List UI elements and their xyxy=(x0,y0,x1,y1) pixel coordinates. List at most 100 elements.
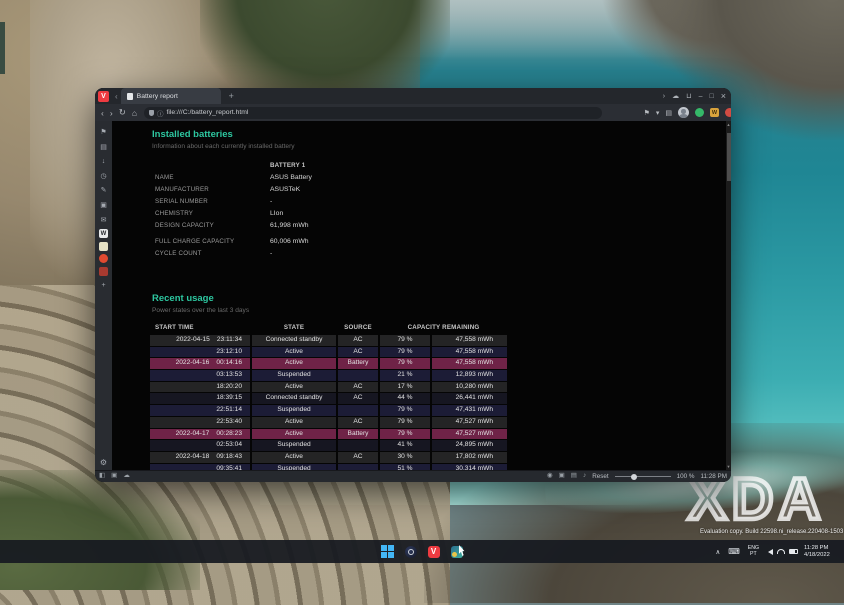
search-button[interactable] xyxy=(404,545,417,558)
cell-state: Suspended xyxy=(252,440,336,451)
cell-source: AC xyxy=(338,347,378,358)
wifi-icon xyxy=(777,549,785,554)
wikipedia-panel-icon[interactable]: W xyxy=(99,229,108,238)
synced-tabs-icon[interactable]: ☁ xyxy=(672,93,679,100)
home-icon[interactable]: ⌂ xyxy=(132,108,137,118)
windows-evaluation-watermark: Evaluation copy. Build 22598.ni_release.… xyxy=(700,529,844,535)
tray-overflow-icon[interactable]: ∧ xyxy=(715,548,720,556)
zoom-slider-knob[interactable] xyxy=(631,474,637,480)
info-label: FULL CHARGE CAPACITY xyxy=(155,238,270,245)
scroll-down-icon[interactable]: ▼ xyxy=(726,464,731,469)
cell-capacity-mwh: 47,558 mWh xyxy=(432,358,507,369)
back-icon[interactable]: ‹ xyxy=(101,108,104,118)
webpanel-red-icon[interactable] xyxy=(99,267,108,276)
cell-time: 18:20:20 xyxy=(216,384,250,391)
language-indicator[interactable]: ENG PT xyxy=(748,546,759,557)
history-icon[interactable]: ◷ xyxy=(98,171,109,182)
zoom-slider[interactable] xyxy=(615,476,671,478)
site-info-icon[interactable]: ⓘ xyxy=(157,108,164,118)
sync-status-icon[interactable]: ☁ xyxy=(123,473,130,480)
bookmarks-icon[interactable]: ⚑ xyxy=(98,127,109,138)
reload-icon[interactable]: ↻ xyxy=(119,107,126,118)
wallpaper-grass xyxy=(0,470,200,590)
add-webpanel-icon[interactable]: + xyxy=(98,280,109,291)
tab-battery-report[interactable]: Battery report xyxy=(121,88,221,104)
settings-gear-icon[interactable]: ⚙ xyxy=(95,458,112,467)
scroll-up-icon[interactable]: ▲ xyxy=(726,122,731,127)
cell-capacity-mwh: 10,280 mWh xyxy=(432,382,507,393)
touch-keyboard-icon[interactable]: ⌨ xyxy=(728,547,740,556)
capture-page-icon[interactable]: ▣ xyxy=(111,473,117,480)
cell-start-time: 2022-04-1523:11:34 xyxy=(150,335,250,346)
tab-overflow-icon[interactable]: › xyxy=(663,93,665,100)
reading-view-icon[interactable]: ▤ xyxy=(665,109,672,117)
bookmark-flag-icon[interactable]: ⚑ xyxy=(644,109,650,117)
toggle-images-icon[interactable]: ▤ xyxy=(571,473,577,480)
tabbar-chevron-icon[interactable]: ‹ xyxy=(115,92,118,101)
cell-state: Active xyxy=(252,347,336,358)
scrollbar-thumb[interactable] xyxy=(727,133,731,181)
battery-report-page: Installed batteries Information about ea… xyxy=(112,121,726,470)
forward-icon[interactable]: › xyxy=(110,108,113,118)
info-label: DESIGN CAPACITY xyxy=(155,222,270,229)
cell-time: 23:12:10 xyxy=(216,349,250,356)
taskbar-vivaldi-button[interactable]: V xyxy=(427,545,440,558)
mail-panel-icon[interactable]: ✉ xyxy=(98,215,109,226)
address-bar: ‹ › ↻ ⌂ ⓘ file:///C:/battery_report.html xyxy=(95,104,731,121)
maximize-button[interactable]: □ xyxy=(710,93,714,100)
cell-start-time: 02:53:04 xyxy=(150,440,250,451)
capture-icon[interactable]: ▣ xyxy=(559,473,565,480)
cell-state: Connected standby xyxy=(252,393,336,404)
cell-state: Connected standby xyxy=(252,335,336,346)
cell-time: 02:53:04 xyxy=(216,442,250,449)
reddit-panel-icon[interactable] xyxy=(99,254,108,263)
info-label: NAME xyxy=(155,174,270,181)
cell-capacity-mwh: 47,558 mWh xyxy=(432,335,507,346)
cell-time: 00:14:16 xyxy=(216,360,250,367)
header-state: STATE xyxy=(252,324,336,331)
minimize-button[interactable]: – xyxy=(699,93,703,100)
search-icon xyxy=(405,546,417,558)
wallpaper-edge-detail xyxy=(0,22,5,74)
panel-toggle-icon[interactable]: ◧ xyxy=(99,473,105,480)
tab-audio-icon[interactable]: ♪ xyxy=(583,473,586,480)
start-button[interactable] xyxy=(381,545,394,558)
cell-capacity-mwh: 24,895 mWh xyxy=(432,440,507,451)
notes-icon[interactable]: ✎ xyxy=(98,185,109,196)
cell-start-time: 2022-04-16 00:14:16 xyxy=(150,358,250,369)
new-tab-button[interactable]: + xyxy=(229,91,234,101)
page-actions-icon[interactable]: ◉ xyxy=(547,473,553,480)
cell-source xyxy=(338,440,378,451)
battery-info-row: MANUFACTURERASUSTeK xyxy=(155,183,312,195)
vivaldi-menu-icon[interactable]: V xyxy=(98,91,109,102)
browser-status-bar: ◧▣☁ ◉▣▤♪ Reset 100 % 11:28 PM xyxy=(95,470,731,482)
webpanel-cream-icon[interactable] xyxy=(99,242,108,251)
url-input[interactable]: ⓘ file:///C:/battery_report.html xyxy=(144,107,602,119)
windows-taskbar: V ∧ ⌨ ENG PT 11:28 PM 4/18/2022 xyxy=(0,540,844,563)
window-panel-icon[interactable]: ▣ xyxy=(98,200,109,211)
usage-row: 2022-04-1700:28:23ActiveBattery79 %47,52… xyxy=(150,429,507,440)
profile-avatar[interactable] xyxy=(678,107,689,118)
cell-state: Suspended xyxy=(252,405,336,416)
page-favicon-icon xyxy=(127,93,133,100)
info-label: CYCLE COUNT xyxy=(155,250,270,257)
extension-red-icon[interactable] xyxy=(725,108,731,117)
cell-time: 09:18:43 xyxy=(216,454,250,461)
cell-time: 00:28:23 xyxy=(216,431,250,438)
downloads-icon[interactable]: ↓ xyxy=(98,156,109,167)
usage-row: 03:13:53Suspended21 %12,893 mWh xyxy=(150,370,507,381)
reading-list-icon[interactable]: ▤ xyxy=(98,142,109,153)
tray-status-icons[interactable] xyxy=(768,549,798,555)
bookmark-caret-icon[interactable]: ▾ xyxy=(656,109,660,117)
cell-date: 2022-04-16 xyxy=(176,360,210,367)
close-button[interactable]: × xyxy=(721,92,726,101)
page-scrollbar[interactable]: ▲ ▼ xyxy=(726,121,731,470)
taskbar-clock[interactable]: 11:28 PM 4/18/2022 xyxy=(804,545,844,558)
zoom-level: 100 % xyxy=(677,473,695,480)
closed-tabs-trash-icon[interactable]: ⊔ xyxy=(686,93,691,100)
extension-orange-icon[interactable]: W xyxy=(710,108,719,117)
vivaldi-icon: V xyxy=(428,546,440,558)
extension-green-icon[interactable] xyxy=(695,108,704,117)
zoom-reset-button[interactable]: Reset xyxy=(592,473,608,480)
usage-table: START TIME STATE SOURCE CAPACITY REMAINI… xyxy=(150,322,507,470)
